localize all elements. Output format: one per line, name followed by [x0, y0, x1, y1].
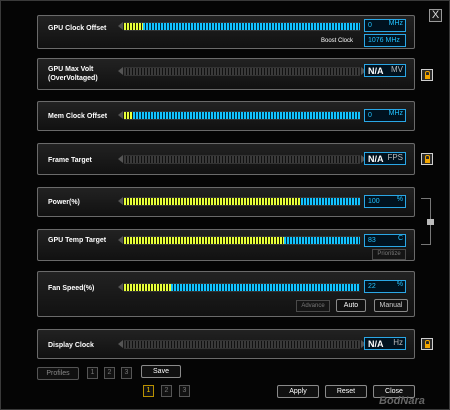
- temp-target-value: 83: [368, 237, 376, 244]
- bank-slot-1[interactable]: 1: [143, 385, 154, 397]
- temp-target-slider[interactable]: [124, 236, 360, 245]
- gpu-voltage-decrease-icon[interactable]: [118, 67, 123, 75]
- mem-clock-slider[interactable]: [124, 111, 360, 120]
- temp-target-decrease-icon[interactable]: [118, 236, 123, 244]
- temp-target-row: GPU Temp Target 83 C Prioritize: [37, 229, 415, 261]
- frame-target-lock-icon[interactable]: [421, 153, 433, 165]
- power-slider-remainder: [301, 198, 360, 205]
- frame-target-decrease-icon[interactable]: [118, 155, 123, 163]
- display-clock-value: N/A: [368, 339, 384, 349]
- temp-target-label: GPU Temp Target: [48, 237, 107, 244]
- temp-target-slider-remainder: [284, 237, 360, 244]
- gpu-clock-slider-fill: [124, 23, 143, 30]
- profiles-button[interactable]: Profiles: [37, 367, 79, 380]
- profile-slot-1[interactable]: 1: [87, 367, 98, 379]
- power-row: Power(%) 100 %: [37, 187, 415, 217]
- bank-slot-3[interactable]: 3: [179, 385, 190, 397]
- profile-slot-3[interactable]: 3: [121, 367, 132, 379]
- mem-clock-row: Mem Clock Offset 0 MHz: [37, 101, 415, 131]
- mem-clock-label: Mem Clock Offset: [48, 113, 108, 120]
- boost-clock-value: 1076 MHz: [368, 37, 400, 44]
- frame-target-label: Frame Target: [48, 157, 92, 164]
- power-slider[interactable]: [124, 197, 360, 206]
- fan-speed-value-box[interactable]: 22 %: [364, 280, 406, 293]
- fan-speed-slider-remainder: [171, 284, 360, 291]
- display-clock-value-box: N/A Hz: [364, 337, 406, 350]
- fan-speed-value: 22: [368, 283, 376, 290]
- gpu-clock-value: 0: [368, 22, 372, 29]
- power-value: 100: [368, 198, 380, 205]
- advance-button[interactable]: Advance: [296, 300, 330, 312]
- manual-button[interactable]: Manual: [374, 299, 408, 312]
- overclock-panel: X GPU Clock Offset 0 MHz Boost Clock 107…: [0, 0, 450, 410]
- prioritize-button[interactable]: Prioritize: [372, 249, 406, 260]
- mem-clock-decrease-icon[interactable]: [118, 111, 123, 119]
- gpu-voltage-lock-icon[interactable]: [421, 69, 433, 81]
- power-unit: %: [396, 196, 403, 203]
- boost-clock-value-box: 1076 MHz: [364, 34, 406, 47]
- gpu-clock-unit: MHz: [388, 20, 403, 27]
- bank-slot-2[interactable]: 2: [161, 385, 172, 397]
- mem-clock-value-box[interactable]: 0 MHz: [364, 109, 406, 122]
- profile-slot-2[interactable]: 2: [104, 367, 115, 379]
- fan-speed-slider[interactable]: [124, 283, 360, 292]
- frame-target-value-box: N/A FPS: [364, 152, 406, 165]
- display-clock-row: Display Clock N/A Hz: [37, 329, 415, 359]
- gpu-voltage-unit: MV: [391, 65, 403, 74]
- power-value-box[interactable]: 100 %: [364, 195, 406, 208]
- display-clock-label: Display Clock: [48, 342, 94, 349]
- power-temp-link-icon[interactable]: [427, 219, 434, 225]
- gpu-voltage-value: N/A: [368, 66, 384, 76]
- boost-clock-label: Boost Clock: [321, 38, 354, 44]
- power-label: Power(%): [48, 199, 80, 206]
- temp-target-unit: C: [397, 235, 403, 242]
- fan-speed-slider-fill: [124, 284, 172, 291]
- mem-clock-slider-remainder: [133, 112, 360, 119]
- gpu-clock-value-box[interactable]: 0 MHz: [364, 19, 406, 32]
- power-slider-fill: [124, 198, 301, 205]
- watermark: BodNara: [379, 395, 425, 407]
- display-clock-decrease-icon[interactable]: [118, 340, 123, 348]
- gpu-voltage-label: GPU Max Volt (OverVoltaged): [48, 66, 98, 82]
- reset-button[interactable]: Reset: [325, 385, 367, 398]
- power-decrease-icon[interactable]: [118, 197, 123, 205]
- mem-clock-value: 0: [368, 112, 372, 119]
- frame-target-value: N/A: [368, 154, 384, 164]
- gpu-voltage-row: GPU Max Volt (OverVoltaged) N/A MV: [37, 58, 415, 90]
- save-button[interactable]: Save: [141, 365, 181, 378]
- temp-target-slider-fill: [124, 237, 285, 244]
- fan-speed-row: Fan Speed(%) 22 % Advance Auto Manual: [37, 271, 415, 317]
- close-icon[interactable]: X: [429, 9, 442, 22]
- display-clock-slider[interactable]: [124, 340, 360, 349]
- gpu-clock-slider[interactable]: [124, 22, 360, 31]
- apply-button[interactable]: Apply: [277, 385, 319, 398]
- gpu-voltage-slider[interactable]: [124, 67, 360, 76]
- fan-speed-label: Fan Speed(%): [48, 285, 95, 292]
- mem-clock-unit: MHz: [388, 110, 403, 117]
- frame-target-slider[interactable]: [124, 155, 360, 164]
- gpu-voltage-value-box: N/A MV: [364, 64, 406, 77]
- gpu-clock-label: GPU Clock Offset: [48, 25, 107, 32]
- display-clock-lock-icon[interactable]: [421, 338, 433, 350]
- frame-target-row: Frame Target N/A FPS: [37, 143, 415, 175]
- auto-button[interactable]: Auto: [336, 299, 366, 312]
- fan-speed-decrease-icon[interactable]: [118, 283, 123, 291]
- gpu-clock-slider-remainder: [142, 23, 360, 30]
- frame-target-unit: FPS: [387, 153, 403, 162]
- mem-clock-slider-fill: [124, 112, 134, 119]
- gpu-clock-decrease-icon[interactable]: [118, 22, 123, 30]
- display-clock-unit: Hz: [393, 338, 403, 347]
- gpu-clock-row: GPU Clock Offset 0 MHz Boost Clock 1076 …: [37, 15, 415, 49]
- fan-speed-unit: %: [396, 281, 403, 288]
- temp-target-value-box[interactable]: 83 C: [364, 234, 406, 247]
